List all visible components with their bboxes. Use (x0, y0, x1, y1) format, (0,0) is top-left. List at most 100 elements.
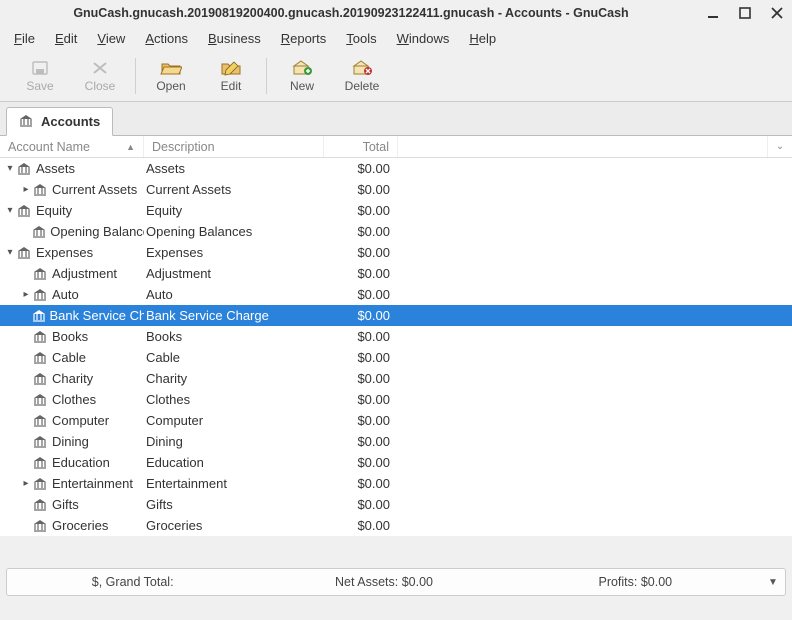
menu-actions[interactable]: Actions (135, 29, 198, 48)
maximize-icon (739, 7, 751, 19)
bank-icon (33, 414, 49, 428)
account-name-cell: Computer (0, 413, 144, 428)
save-icon (29, 59, 51, 77)
bank-icon (33, 183, 49, 197)
account-description-cell: Books (144, 329, 324, 344)
toolbar-delete-button[interactable]: Delete (332, 57, 392, 95)
account-total-cell: $0.00 (324, 371, 398, 386)
bank-icon (33, 351, 49, 365)
bank-icon (33, 288, 49, 302)
column-spacer (398, 136, 768, 157)
account-row[interactable]: ▾ExpensesExpenses$0.00 (0, 242, 792, 263)
toolbar-close-button[interactable]: Close (70, 57, 130, 95)
account-description-cell: Auto (144, 287, 324, 302)
account-name-cell: ▸ Current Assets (0, 182, 144, 197)
account-row[interactable]: ComputerComputer$0.00 (0, 410, 792, 431)
tab-bar: Accounts (0, 102, 792, 136)
account-name-label: Current Assets (52, 182, 137, 197)
menu-business[interactable]: Business (198, 29, 271, 48)
bank-icon (33, 456, 49, 470)
account-row[interactable]: CableCable$0.00 (0, 347, 792, 368)
account-total-cell: $0.00 (324, 497, 398, 512)
account-row[interactable]: GiftsGifts$0.00 (0, 494, 792, 515)
expand-icon[interactable]: ▸ (20, 478, 32, 489)
column-description[interactable]: Description (144, 136, 324, 157)
sort-ascending-icon: ▲ (126, 142, 135, 152)
account-name-cell: Bank Service Cha (0, 308, 144, 323)
account-row[interactable]: ▸EntertainmentEntertainment$0.00 (0, 473, 792, 494)
account-row[interactable]: ▾AssetsAssets$0.00 (0, 158, 792, 179)
account-description-cell: Cable (144, 350, 324, 365)
account-row[interactable]: AdjustmentAdjustment$0.00 (0, 263, 792, 284)
account-row[interactable]: GroceriesGroceries$0.00 (0, 515, 792, 536)
account-description-cell: Dining (144, 434, 324, 449)
account-name-cell: Opening Balance (0, 224, 144, 239)
account-description-cell: Assets (144, 161, 324, 176)
account-row[interactable]: Bank Service ChaBank Service Charge$0.00 (0, 305, 792, 326)
account-name-cell: Charity (0, 371, 144, 386)
expand-icon[interactable]: ▸ (20, 184, 32, 195)
bank-icon (33, 393, 49, 407)
account-row[interactable]: DiningDining$0.00 (0, 431, 792, 452)
title-bar: GnuCash.gnucash.20190819200400.gnucash.2… (0, 0, 792, 26)
menu-reports[interactable]: Reports (271, 29, 337, 48)
account-name-cell: Gifts (0, 497, 144, 512)
bank-icon (33, 519, 49, 533)
account-name-label: Dining (52, 434, 89, 449)
accounts-tree[interactable]: ▾AssetsAssets $0.00 ▸ Current AssetsCurrent… (0, 158, 792, 536)
menu-help[interactable]: Help (459, 29, 506, 48)
bank-icon (33, 267, 49, 281)
menu-edit[interactable]: Edit (45, 29, 87, 48)
collapse-icon[interactable]: ▾ (4, 205, 16, 216)
account-description-cell: Equity (144, 203, 324, 218)
account-row[interactable]: CharityCharity$0.00 (0, 368, 792, 389)
expand-icon[interactable]: ▸ (20, 289, 32, 300)
toolbar-edit-button[interactable]: Edit (201, 57, 261, 95)
account-row[interactable]: EducationEducation$0.00 (0, 452, 792, 473)
account-row[interactable]: ClothesClothes$0.00 (0, 389, 792, 410)
close-icon (771, 7, 783, 19)
tab-accounts[interactable]: Accounts (6, 107, 113, 136)
toolbar-new-button[interactable]: New (272, 57, 332, 95)
menu-view[interactable]: View (87, 29, 135, 48)
menu-file[interactable]: File (4, 29, 45, 48)
toolbar-save-button[interactable]: Save (10, 57, 70, 95)
account-name-label: Bank Service Cha (49, 308, 144, 323)
summary-dropdown-button[interactable]: ▼ (761, 577, 785, 588)
bank-icon (17, 204, 33, 218)
account-row[interactable]: BooksBooks$0.00 (0, 326, 792, 347)
column-total[interactable]: Total (324, 136, 398, 157)
summary-bar: $, Grand Total: Net Assets: $0.00 Profit… (6, 568, 786, 596)
minimize-button[interactable] (706, 6, 720, 20)
column-options-button[interactable]: ⌄ (768, 136, 792, 157)
menu-windows[interactable]: Windows (387, 29, 460, 48)
account-total-cell: $0.00 (324, 434, 398, 449)
account-name-label: Groceries (52, 518, 108, 533)
collapse-icon[interactable]: ▾ (4, 163, 16, 174)
toolbar-open-button[interactable]: Open (141, 57, 201, 95)
minimize-icon (707, 7, 719, 19)
column-account-name[interactable]: Account Name ▲ (0, 136, 144, 157)
account-row[interactable]: ▸Current AssetsCurrent Assets$0.00 (0, 179, 792, 200)
account-row[interactable]: ▾EquityEquity$0.00 (0, 200, 792, 221)
account-total-cell: $0.00 (324, 308, 398, 323)
account-name-label: Expenses (36, 245, 93, 260)
chevron-down-icon: ⌄ (776, 141, 784, 152)
account-name-cell: Adjustment (0, 266, 144, 281)
account-row[interactable]: ▸AutoAuto$0.00 (0, 284, 792, 305)
collapse-icon[interactable]: ▾ (4, 247, 16, 258)
menu-tools[interactable]: Tools (336, 29, 386, 48)
account-description-cell: Entertainment (144, 476, 324, 491)
account-name-cell: Clothes (0, 392, 144, 407)
account-name-cell: ▸Auto (0, 287, 144, 302)
account-description-cell: Gifts (144, 497, 324, 512)
account-name-cell: Education (0, 455, 144, 470)
summary-net-assets: Net Assets: $0.00 (258, 575, 509, 589)
close-button[interactable] (770, 6, 784, 20)
account-name-cell: ▾Assets (0, 161, 144, 176)
account-name-cell: ▸Entertainment (0, 476, 144, 491)
toolbar: Save Close Open Edit New (0, 50, 792, 102)
maximize-button[interactable] (738, 6, 752, 20)
account-row[interactable]: Opening BalanceOpening Balances$0.00 (0, 221, 792, 242)
account-description-cell: Charity (144, 371, 324, 386)
